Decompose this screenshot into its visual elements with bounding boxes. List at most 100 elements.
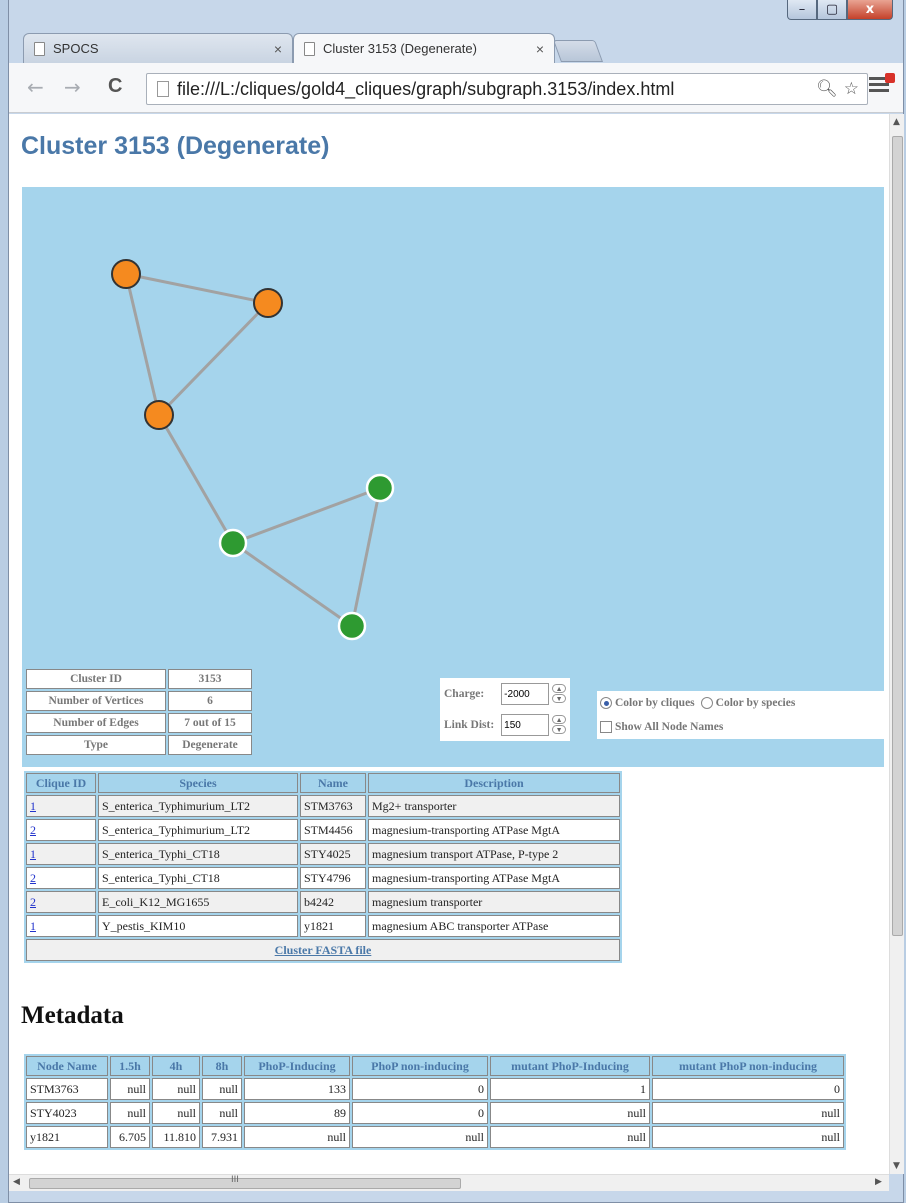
menu-icon[interactable] — [869, 73, 895, 95]
title-bar: – ▢ x SPOCS × Cluster 3153 (Degenerate) … — [9, 0, 903, 66]
metadata-cell: 0 — [652, 1078, 844, 1100]
clique-cell: 2 — [26, 819, 96, 841]
clique-cell: 1 — [26, 915, 96, 937]
cluster-info-label: Number of Edges — [26, 713, 166, 733]
graph-node[interactable] — [365, 473, 395, 503]
graph-edge — [124, 273, 161, 416]
graph-node[interactable] — [111, 259, 141, 289]
table-row: 1 S_enterica_Typhimurium_LT2 STM3763 Mg2+ t… — [26, 795, 620, 817]
charge-stepper[interactable]: ▲ ▼ — [552, 683, 567, 704]
graph-edge — [157, 301, 270, 417]
tab-spocs[interactable]: SPOCS × — [23, 33, 293, 63]
metadata-cell: null — [110, 1102, 150, 1124]
clique-table: Clique ID Species Name Description 1 S_enter… — [24, 771, 622, 963]
clique-cell: S_enterica_Typhi_CT18 — [98, 843, 298, 865]
close-tab-icon[interactable]: × — [274, 41, 282, 57]
metadata-cell: null — [244, 1126, 350, 1148]
bookmark-star-icon[interactable]: ☆ — [844, 79, 859, 99]
clique-cell: S_enterica_Typhimurium_LT2 — [98, 795, 298, 817]
metadata-cell: STY4023 — [26, 1102, 108, 1124]
metadata-cell: null — [152, 1078, 200, 1100]
color-by-species-radio[interactable] — [700, 697, 713, 709]
clique-cell: STM4456 — [300, 819, 366, 841]
clique-cell: magnesium transporter — [368, 891, 620, 913]
clique-cell: 1 — [26, 795, 96, 817]
metadata-col-header: mutant PhoP-Inducing — [490, 1056, 650, 1076]
clique-cell: S_enterica_Typhi_CT18 — [98, 867, 298, 889]
link-dist-stepper[interactable]: ▲ ▼ — [552, 714, 567, 735]
clique-id-link[interactable]: 1 — [30, 919, 36, 933]
close-tab-icon[interactable]: × — [536, 41, 544, 57]
color-by-species-label[interactable]: Color by species — [716, 697, 796, 709]
cluster-info-value: 3153 — [168, 669, 252, 689]
scroll-down-icon[interactable]: ▼ — [893, 1161, 900, 1171]
link-dist-label: Link Dist: — [441, 710, 498, 740]
metadata-cell: 0 — [352, 1078, 488, 1100]
graph-edge — [232, 486, 381, 545]
metadata-cell: null — [202, 1102, 242, 1124]
tab-title: Cluster 3153 (Degenerate) — [323, 41, 477, 56]
tab-cluster-3153[interactable]: Cluster 3153 (Degenerate) × — [293, 33, 555, 63]
metadata-cell: 0 — [352, 1102, 488, 1124]
show-all-names-checkbox[interactable] — [600, 721, 612, 733]
graph-node[interactable] — [218, 528, 248, 558]
close-window-button[interactable]: x — [847, 0, 893, 20]
cluster-info-value: Degenerate — [168, 735, 252, 755]
metadata-cell: null — [152, 1102, 200, 1124]
scroll-left-icon[interactable]: ◀ — [13, 1177, 20, 1187]
color-by-cliques-radio[interactable] — [600, 697, 612, 709]
reload-icon[interactable]: C — [108, 75, 122, 98]
table-row: 1 S_enterica_Typhi_CT18 STY4025 magnesium t… — [26, 843, 620, 865]
vertical-scrollbar[interactable]: ▲ ▼ — [889, 114, 904, 1174]
new-tab-button[interactable] — [552, 40, 604, 62]
cluster-info-row: Number of Edges 7 out of 15 — [26, 713, 252, 733]
clique-id-link[interactable]: 2 — [30, 895, 36, 909]
charge-input[interactable] — [501, 683, 550, 705]
graph-node[interactable] — [144, 400, 174, 430]
cluster-info-row: Type Degenerate — [26, 735, 252, 755]
clique-id-link[interactable]: 1 — [30, 799, 36, 813]
forward-icon[interactable]: → — [64, 75, 81, 99]
back-icon[interactable]: ← — [27, 75, 44, 99]
maximize-button[interactable]: ▢ — [817, 0, 847, 20]
url-text[interactable]: file:///L:/cliques/gold4_cliques/graph/s… — [177, 79, 808, 100]
clique-id-link[interactable]: 2 — [30, 871, 36, 885]
clique-cell: S_enterica_Typhimurium_LT2 — [98, 819, 298, 841]
metadata-cell: 1 — [490, 1078, 650, 1100]
graph-edge — [232, 541, 353, 628]
metadata-cell: STM3763 — [26, 1078, 108, 1100]
graph-edge — [125, 272, 269, 305]
notification-badge — [885, 73, 895, 83]
metadata-cell: null — [490, 1102, 650, 1124]
horizontal-scroll-thumb[interactable] — [29, 1178, 461, 1189]
clique-id-link[interactable]: 1 — [30, 847, 36, 861]
page-icon — [304, 41, 315, 56]
zoom-icon[interactable]: 🔍︎ — [816, 79, 838, 99]
horizontal-scrollbar[interactable]: ◀ III ▶ — [9, 1174, 889, 1191]
scroll-up-icon[interactable]: ▲ — [893, 117, 900, 127]
cluster-info-label: Number of Vertices — [26, 691, 166, 711]
scroll-right-icon[interactable]: ▶ — [875, 1177, 882, 1187]
clique-col-header: Description — [368, 773, 620, 793]
clique-cell: 2 — [26, 867, 96, 889]
cluster-info-label: Type — [26, 735, 166, 755]
cluster-fasta-link[interactable]: Cluster FASTA file — [275, 943, 372, 957]
clique-id-link[interactable]: 2 — [30, 823, 36, 837]
vertical-scroll-thumb[interactable] — [892, 136, 903, 936]
clique-cell: magnesium transport ATPase, P-type 2 — [368, 843, 620, 865]
metadata-cell: y1821 — [26, 1126, 108, 1148]
minimize-button[interactable]: – — [787, 0, 817, 20]
clique-cell: magnesium ABC transporter ATPase — [368, 915, 620, 937]
graph-node[interactable] — [253, 288, 283, 318]
table-row: STY4023 null null null 89 0 null null — [26, 1102, 844, 1124]
address-bar[interactable]: file:///L:/cliques/gold4_cliques/graph/s… — [146, 73, 868, 105]
color-by-cliques-label[interactable]: Color by cliques — [615, 697, 695, 709]
graph-node[interactable] — [337, 611, 367, 641]
link-dist-input[interactable] — [501, 714, 550, 736]
show-all-names-label[interactable]: Show All Node Names — [615, 721, 723, 733]
metadata-col-header: PhoP-Inducing — [244, 1056, 350, 1076]
metadata-cell: 11.810 — [152, 1126, 200, 1148]
metadata-col-header: 1.5h — [110, 1056, 150, 1076]
page-title: Cluster 3153 (Degenerate) — [21, 132, 330, 160]
table-row: 2 E_coli_K12_MG1655 b4242 magnesium transpo… — [26, 891, 620, 913]
